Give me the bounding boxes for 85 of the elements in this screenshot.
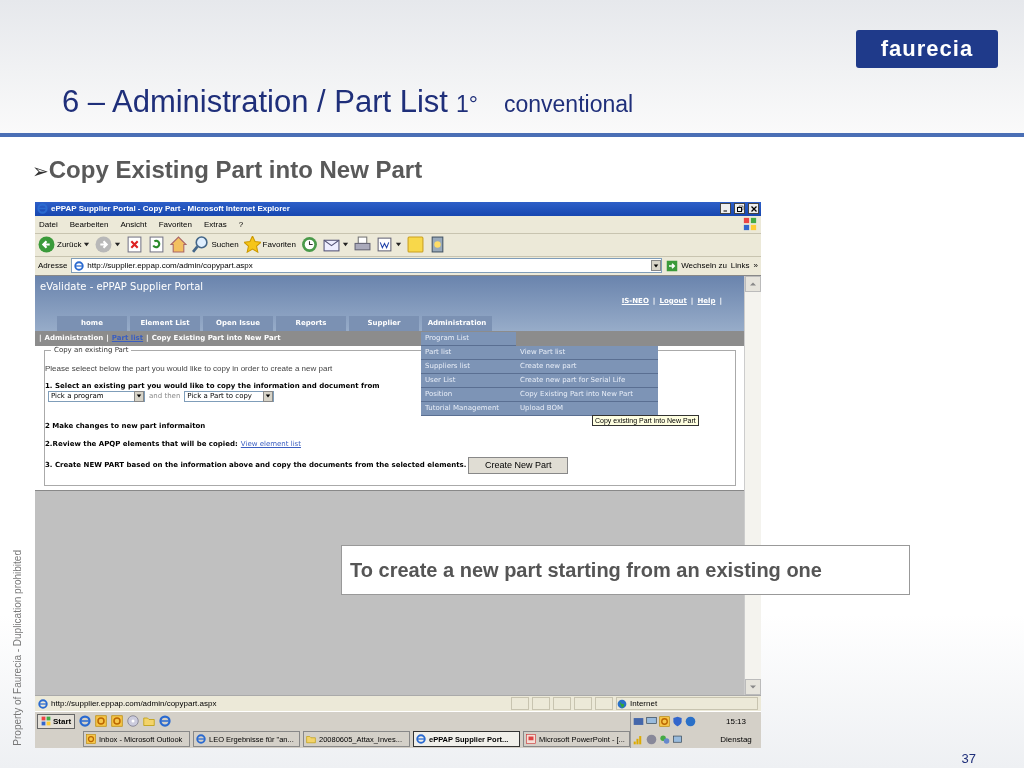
outlook-icon — [95, 715, 108, 727]
slide-subtitle: Copy Existing Part into New Part — [48, 156, 423, 184]
status-pane — [532, 697, 550, 710]
caret-icon — [83, 241, 91, 249]
folder-icon — [306, 734, 316, 744]
window-title: ePPAP Supplier Portal - Copy Part - Microsoft Internet Explorer — [51, 204, 291, 214]
bullet-arrow: ➢ — [32, 159, 49, 183]
disc-icon — [646, 733, 657, 745]
document-icon — [375, 236, 393, 254]
home-button[interactable] — [170, 236, 188, 254]
presentation-icon — [526, 734, 536, 744]
status-pane — [595, 697, 613, 710]
signal-icon — [633, 733, 644, 745]
search-icon — [192, 236, 210, 254]
caret-icon — [341, 241, 349, 249]
status-pane — [511, 697, 529, 710]
close-button[interactable] — [748, 203, 759, 215]
page-icon — [74, 260, 85, 271]
restore-button[interactable] — [734, 203, 745, 215]
folder-icon — [143, 715, 156, 727]
monitor-icon — [646, 715, 657, 727]
restore-icon — [735, 205, 744, 213]
stop-icon — [126, 236, 144, 254]
refresh-button[interactable] — [148, 236, 166, 254]
title-suffix: 1° — [455, 91, 478, 118]
dropdown-caret[interactable] — [341, 241, 349, 249]
history-button[interactable] — [300, 236, 318, 254]
house-icon — [170, 236, 188, 254]
dropdown-caret[interactable] — [114, 241, 122, 249]
edit-button[interactable] — [375, 236, 402, 254]
clock-time: 15:13 — [726, 716, 746, 726]
start-button[interactable]: Start — [37, 713, 76, 729]
globe-icon — [617, 698, 627, 709]
star-icon — [243, 236, 261, 254]
shield-icon — [672, 715, 683, 727]
links-label[interactable]: Links — [730, 261, 750, 271]
computer-icon — [672, 733, 683, 745]
status-url: http://supplier.eppap.com/admin/copypart.aspx — [51, 699, 218, 708]
go-button[interactable]: Wechseln zu — [666, 259, 727, 272]
favorites-button[interactable]: Favoriten — [243, 236, 296, 254]
dropdown-caret[interactable] — [394, 241, 402, 249]
outlook-icon — [659, 715, 670, 727]
outlook-icon — [86, 734, 96, 744]
refresh-icon — [148, 236, 166, 254]
back-button[interactable]: Zurück — [38, 236, 91, 254]
address-field[interactable]: http://supplier.eppap.com/admin/copypart.aspx — [71, 258, 663, 274]
caret-icon — [394, 241, 402, 249]
page-icon — [38, 698, 48, 709]
flag-logo-icon — [41, 716, 51, 726]
people-icon — [659, 733, 670, 745]
slide-title: 6 – Administration / Part List — [62, 84, 448, 120]
menu-item[interactable]: Datei — [39, 219, 58, 229]
close-icon — [749, 205, 758, 213]
brand-logo: faurecia — [856, 30, 998, 68]
address-label: Adresse — [38, 261, 68, 271]
menu-item[interactable]: Ansicht — [120, 219, 147, 229]
dropdown-caret[interactable] — [83, 241, 91, 249]
clock-icon — [300, 236, 318, 254]
globe-icon — [685, 715, 696, 727]
zone-label: Internet — [630, 699, 658, 708]
callout-box: To create a new part starting from an existing one — [341, 545, 910, 595]
title-note: conventional — [503, 91, 634, 118]
go-arrow-icon — [666, 259, 679, 272]
intro-text: Please seleect below the part you would like to copy in order to create a new part — [45, 363, 333, 373]
side-note: Property of Faurecia - Duplication prohibited — [12, 550, 23, 746]
page-number: 37 — [961, 750, 976, 766]
clock-day: Dienstag — [720, 734, 752, 744]
menu-item[interactable]: Favoriten — [158, 219, 192, 229]
stop-button[interactable] — [126, 236, 144, 254]
network-icon — [633, 715, 644, 727]
menu-item[interactable]: Bearbeiten — [69, 219, 109, 229]
disc-icon — [127, 715, 140, 727]
minimize-button[interactable] — [720, 203, 731, 215]
more-links-chevron[interactable]: » — [753, 261, 758, 271]
search-button[interactable]: Suchen — [192, 236, 239, 254]
create-new-part-button[interactable]: Create New Part — [468, 456, 569, 474]
portal-title: eValidate - ePPAP Supplier Portal — [39, 279, 205, 294]
menu-item[interactable]: ? — [238, 219, 244, 229]
note-icon — [406, 236, 424, 254]
menu-item[interactable]: Extras — [204, 219, 227, 229]
flag-logo-icon — [743, 217, 757, 232]
status-pane — [574, 697, 592, 710]
outlook-icon — [111, 715, 124, 727]
caret-icon — [114, 241, 122, 249]
status-pane — [553, 697, 571, 710]
